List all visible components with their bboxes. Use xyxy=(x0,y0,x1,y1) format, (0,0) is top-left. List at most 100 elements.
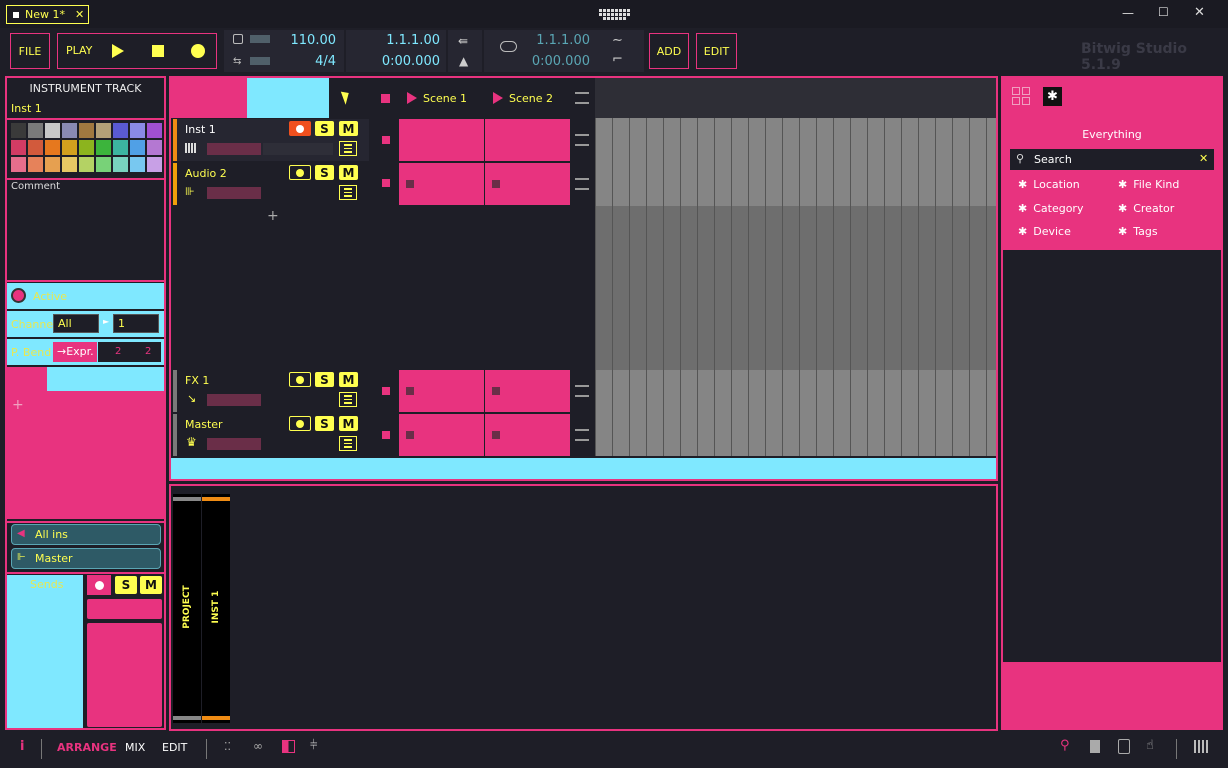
track-arm-button[interactable] xyxy=(289,416,311,431)
inspector-rec-button[interactable] xyxy=(87,575,111,595)
track-header-fx-1[interactable]: FX 1 S M ↘ xyxy=(173,370,369,412)
close-window-button[interactable]: ✕ xyxy=(1194,5,1205,20)
edit-tab[interactable]: EDIT xyxy=(162,741,187,754)
track-arm-button[interactable] xyxy=(289,121,311,136)
color-swatch[interactable] xyxy=(45,157,60,172)
track-solo-button[interactable]: S xyxy=(315,372,334,387)
scene-1-header[interactable]: Scene 1 xyxy=(399,78,485,118)
scene-1-launch-icon[interactable] xyxy=(407,92,417,104)
maximize-button[interactable]: ☐ xyxy=(1158,5,1169,19)
color-swatch[interactable] xyxy=(28,123,43,138)
loop-start[interactable]: 1.1.1.00 xyxy=(536,33,590,48)
track-volume-slider[interactable] xyxy=(207,143,261,155)
inspector-volume[interactable] xyxy=(87,599,162,619)
pbend-range-b[interactable]: 2 xyxy=(145,346,151,357)
filter-device[interactable]: ✱ Device xyxy=(1018,225,1071,238)
clip-slot[interactable] xyxy=(399,163,484,205)
track-stop-button[interactable] xyxy=(382,136,390,144)
mixer-sliders-icon[interactable]: ⫩ xyxy=(310,738,317,753)
active-toggle-icon[interactable] xyxy=(11,288,26,303)
track-header-audio-2[interactable]: Audio 2 S M ⊪ xyxy=(173,163,369,205)
filter-category[interactable]: ✱ Category xyxy=(1018,202,1083,215)
color-swatch[interactable] xyxy=(79,123,94,138)
browser-grid-icon[interactable] xyxy=(1012,87,1030,105)
color-swatch[interactable] xyxy=(62,140,77,155)
mix-tab[interactable]: MIX xyxy=(125,741,145,754)
color-swatch[interactable] xyxy=(79,157,94,172)
track-stop-button[interactable] xyxy=(382,431,390,439)
tab-close-icon[interactable]: ✕ xyxy=(75,8,84,21)
play-button[interactable] xyxy=(112,44,124,58)
inspector-toggle-icon[interactable] xyxy=(282,740,295,753)
info-button[interactable]: i xyxy=(20,739,24,754)
arrange-tab[interactable]: ARRANGE xyxy=(57,741,117,754)
track-name[interactable]: FX 1 xyxy=(185,374,209,387)
color-swatch[interactable] xyxy=(147,123,162,138)
track-header-inst-1[interactable]: Inst 1 S M xyxy=(173,119,369,161)
browser-search-field[interactable]: ⚲ Search ✕ xyxy=(1010,149,1214,170)
track-stop-button[interactable] xyxy=(382,179,390,187)
color-swatch[interactable] xyxy=(28,157,43,172)
scene-2-header[interactable]: Scene 2 xyxy=(485,78,571,118)
inspector-mute-button[interactable]: M xyxy=(140,576,162,594)
arranger-scrollbar[interactable] xyxy=(171,458,996,479)
channel-number[interactable]: 1 xyxy=(113,314,159,333)
clip-slot[interactable] xyxy=(485,119,570,161)
track-volume-slider[interactable] xyxy=(207,438,261,450)
file-browser-icon[interactable] xyxy=(1090,740,1100,753)
add-device-icon[interactable]: + xyxy=(12,397,24,413)
track-menu-button[interactable] xyxy=(339,436,357,451)
device-icon[interactable] xyxy=(1118,739,1130,754)
track-menu-button[interactable] xyxy=(339,185,357,200)
minimize-button[interactable]: — xyxy=(1122,6,1134,20)
stop-button[interactable] xyxy=(152,45,164,57)
track-arm-button[interactable] xyxy=(289,165,311,180)
track-volume-slider[interactable] xyxy=(207,394,261,406)
loop-length[interactable]: 0:00.000 xyxy=(532,54,590,69)
track-solo-button[interactable]: S xyxy=(315,416,334,431)
scene-2-launch-icon[interactable] xyxy=(493,92,503,104)
comment-field[interactable] xyxy=(7,194,164,280)
color-swatch[interactable] xyxy=(130,140,145,155)
position-time[interactable]: 0:00.000 xyxy=(382,54,440,69)
track-arm-button[interactable] xyxy=(289,372,311,387)
connections-icon[interactable]: ∞ xyxy=(253,739,263,753)
track-solo-button[interactable]: S xyxy=(315,121,334,136)
filter-creator[interactable]: ✱ Creator xyxy=(1118,202,1174,215)
track-stop-button[interactable] xyxy=(382,387,390,395)
clip-slot[interactable] xyxy=(485,163,570,205)
pbend-mode[interactable]: →Expr. xyxy=(53,342,97,362)
loop-icon[interactable] xyxy=(500,41,517,52)
color-swatch[interactable] xyxy=(113,123,128,138)
clip-slot[interactable] xyxy=(485,414,570,456)
track-name[interactable]: Audio 2 xyxy=(185,167,227,180)
time-signature[interactable]: 4/4 xyxy=(315,54,336,69)
edit-button[interactable]: EDIT xyxy=(696,33,737,69)
punch-in-icon[interactable]: ⇚ xyxy=(458,34,468,48)
metronome-icon[interactable]: ▲ xyxy=(459,54,468,68)
color-swatch[interactable] xyxy=(11,123,26,138)
color-swatch[interactable] xyxy=(62,157,77,172)
track-header-master[interactable]: Master S M ♛ xyxy=(173,414,369,456)
browser-results-list[interactable] xyxy=(1003,250,1221,662)
automation-mode-icon[interactable]: ⌐ xyxy=(612,52,623,67)
touch-icon[interactable]: ☝ xyxy=(1146,738,1154,753)
color-swatch[interactable] xyxy=(45,123,60,138)
track-row-menu-icon[interactable] xyxy=(575,385,589,397)
file-button[interactable]: FILE xyxy=(10,33,50,69)
track-menu-button[interactable] xyxy=(339,392,357,407)
clip-slot[interactable] xyxy=(399,414,484,456)
track-name[interactable]: Master xyxy=(185,418,223,431)
bitwig-logo-icon[interactable] xyxy=(599,5,631,23)
search-clear-icon[interactable]: ✕ xyxy=(1199,152,1208,165)
track-row-menu-icon[interactable] xyxy=(575,134,589,146)
output-selector[interactable]: ⊩ Master xyxy=(11,548,161,569)
clip-slot[interactable] xyxy=(399,119,484,161)
groove-icon[interactable]: ⇆ xyxy=(233,56,241,67)
track-mute-button[interactable]: M xyxy=(339,372,358,387)
filter-location[interactable]: ✱ Location xyxy=(1018,178,1080,191)
color-swatch[interactable] xyxy=(11,157,26,172)
color-swatch[interactable] xyxy=(62,123,77,138)
track-mute-button[interactable]: M xyxy=(339,416,358,431)
input-selector[interactable]: ◀ All ins xyxy=(11,524,161,545)
